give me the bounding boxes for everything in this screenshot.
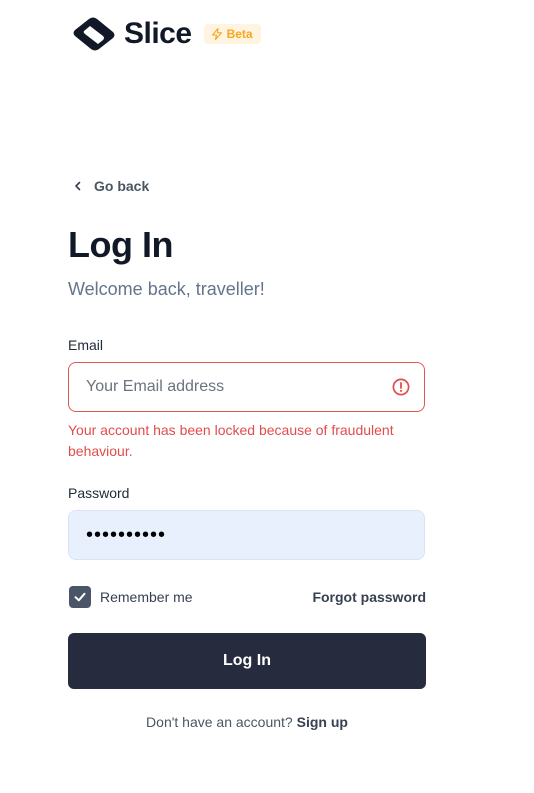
slice-logo-icon: [73, 17, 115, 51]
email-input[interactable]: [69, 363, 376, 411]
checkbox-box[interactable]: [69, 586, 91, 608]
checkmark-icon: [74, 592, 86, 602]
login-button[interactable]: Log In: [68, 633, 426, 689]
email-label: Email: [68, 337, 104, 353]
signup-prompt: Don't have an account?: [146, 714, 293, 730]
chevron-left-icon: [75, 181, 81, 191]
go-back-label: Go back: [94, 178, 150, 194]
brand-name: Slice: [124, 17, 192, 50]
go-back-link[interactable]: Go back: [72, 178, 149, 194]
page-subtitle: Welcome back, traveller!: [68, 279, 265, 299]
signup-link[interactable]: Sign up: [297, 714, 348, 730]
page-title: Log In: [68, 224, 173, 265]
password-label: Password: [68, 485, 130, 501]
beta-badge: Beta: [203, 24, 261, 44]
remember-me-label: Remember me: [100, 589, 193, 605]
forgot-password-link[interactable]: Forgot password: [312, 589, 426, 605]
signup-prompt-row: Don't have an account? Sign up: [68, 714, 426, 730]
beta-label: Beta: [226, 27, 253, 41]
alert-circle-icon: [392, 378, 410, 396]
password-field-container: [68, 510, 425, 560]
password-input[interactable]: [69, 511, 406, 559]
email-field-container: [68, 362, 425, 412]
remember-me-checkbox[interactable]: Remember me: [69, 586, 193, 608]
brand-header: Slice Beta: [72, 14, 261, 54]
lightning-icon: [211, 28, 222, 40]
email-error-message: Your account has been locked because of …: [68, 422, 394, 459]
